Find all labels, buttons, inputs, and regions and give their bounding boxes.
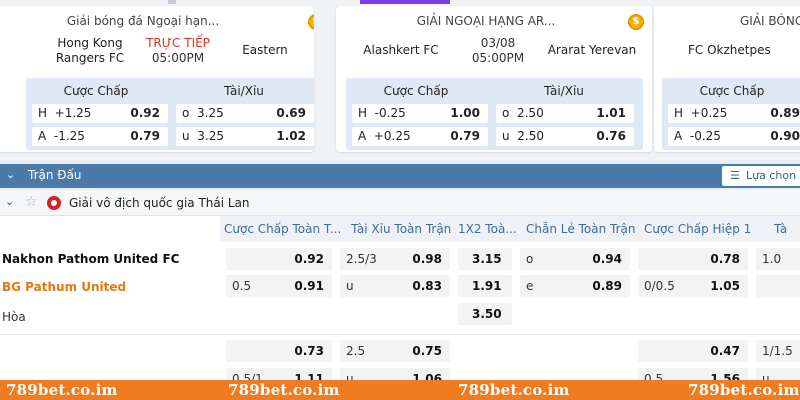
coin-icon[interactable]: $ (308, 14, 314, 30)
odd-button[interactable]: u 0.83 (340, 275, 450, 297)
featured-card[interactable]: GIẢI BÓNG FC Okzhetpes Cược Chấp H +0.25… (654, 6, 800, 152)
collapse-icon[interactable]: ⌄ (6, 168, 15, 181)
odd-button[interactable]: 0.5 0.91 (226, 275, 332, 297)
away-team-name: BG Pathum United (2, 280, 127, 294)
odd-button[interactable]: H -0.25 1.00 (352, 104, 488, 123)
live-status: TRỰC TIẾP (146, 36, 210, 50)
odd-button[interactable]: 0/0.5 1.05 (638, 275, 748, 297)
odd-button[interactable] (756, 275, 800, 297)
top-tab-indicator (168, 0, 176, 4)
odds-table: Cược Chấp Toàn T... Tài Xỉu Toàn Trận 1X… (0, 216, 800, 400)
odd-button[interactable]: A +0.25 0.79 (352, 127, 488, 146)
ou-label: Tài/Xỉu (544, 84, 584, 98)
home-team: Hong Kong Rangers FC (55, 36, 125, 65)
odd-button[interactable]: 0.73 (226, 340, 332, 362)
column-header: Tà (774, 222, 788, 236)
handicap-label: Cược Chấp (699, 84, 765, 98)
odd-button[interactable]: A -1.25 0.79 (32, 127, 168, 146)
matches-section-header: ⌄ Trận Đấu ☰ Lựa chọn L (0, 164, 800, 188)
odd-button[interactable]: H +1.25 0.92 (32, 104, 168, 123)
odd-button[interactable]: 1.0 (756, 248, 800, 270)
odd-button[interactable]: 3.50 (458, 303, 512, 325)
featured-card[interactable]: GIẢI NGOẠI HẠNG AR... $ Alashkert FC 03/… (336, 6, 652, 152)
odd-button[interactable]: 1.91 (458, 275, 512, 297)
odd-button[interactable]: 1/1.5 (756, 340, 800, 362)
ou-label: Tài/Xỉu (224, 84, 264, 98)
odd-button[interactable]: o 0.94 (520, 248, 630, 270)
match-status: 03/08 05:00PM (458, 36, 538, 66)
column-header: Chẵn Lẻ Toàn Trận (526, 222, 636, 236)
column-header: Cược Chấp Toàn T... (224, 222, 342, 236)
thailand-flag-icon (47, 196, 61, 210)
card-league-title: Giải bóng đá Ngoại hạn... (66, 14, 220, 28)
featured-matches: Giải bóng đá Ngoại hạn... $ Hong Kong Ra… (0, 0, 800, 160)
watermark-text: 789bet.co.im (688, 381, 800, 399)
odd-button[interactable]: A -0.25 0.90 (668, 127, 800, 146)
column-header: Cược Chấp Hiệp 1 (644, 222, 752, 236)
away-team: Eastern (242, 43, 288, 57)
odds-panel: Cược Chấp H +0.25 0.89 A -0.25 0.90 (662, 78, 800, 150)
watermark-text: 789bet.co.im (228, 381, 340, 399)
odds-panel: Cược Chấp Tài/Xỉu H +1.25 0.92 A -1.25 0… (26, 78, 314, 150)
column-header: 1X2 Toà... (458, 222, 517, 236)
chevron-down-icon[interactable]: ⌄ (5, 195, 14, 208)
odd-button[interactable]: 3.15 (458, 248, 512, 270)
league-name: Giải vô địch quốc gia Thái Lan (69, 196, 250, 210)
column-headers: Cược Chấp Toàn T... Tài Xỉu Toàn Trận 1X… (220, 216, 800, 242)
watermark-text: 789bet.co.im (458, 381, 570, 399)
card-league-title: GIẢI NGOẠI HẠNG AR... (416, 14, 556, 28)
featured-card[interactable]: Giải bóng đá Ngoại hạn... $ Hong Kong Ra… (0, 6, 314, 152)
odd-button[interactable]: 2.5 0.75 (340, 340, 450, 362)
odd-button[interactable]: 0.78 (638, 248, 748, 270)
coin-icon[interactable]: $ (628, 14, 644, 30)
match-status: TRỰC TIẾP 05:00PM (138, 36, 218, 66)
home-team-name: Nakhon Pathom United FC (2, 252, 180, 266)
away-team: Ararat Yerevan (547, 43, 637, 57)
odd-button[interactable]: e 0.89 (520, 275, 630, 297)
odd-button[interactable]: H +0.25 0.89 (668, 104, 800, 123)
league-filter-button[interactable]: ☰ Lựa chọn L (722, 166, 800, 186)
section-title: Trận Đấu (28, 168, 82, 182)
match-time: 05:00PM (471, 51, 525, 65)
odd-button[interactable]: u 3.25 1.02 (176, 127, 314, 146)
draw-label: Hòa (2, 310, 26, 324)
column-header: Tài Xỉu Toàn Trận (351, 222, 452, 236)
odd-button[interactable]: o 3.25 0.69 (176, 104, 314, 123)
filter-icon: ☰ (730, 169, 740, 182)
home-team: FC Okzhetpes (688, 43, 771, 57)
handicap-label: Cược Chấp (383, 84, 449, 98)
league-row[interactable]: ⌄ ☆ Giải vô địch quốc gia Thái Lan (0, 190, 800, 216)
home-team: Alashkert FC (363, 43, 439, 57)
odd-button[interactable]: 0.92 (226, 248, 332, 270)
watermark-text: 789bet.co.im (6, 381, 118, 399)
odd-button[interactable]: 2.5/3 0.98 (340, 248, 450, 270)
sportsbook-page: Giải bóng đá Ngoại hạn... $ Hong Kong Ra… (0, 0, 800, 400)
odd-button[interactable]: u 2.50 0.76 (496, 127, 634, 146)
watermark-bar: 789bet.co.im 789bet.co.im 789bet.co.im 7… (0, 380, 800, 400)
top-tab-active-indicator (360, 0, 450, 4)
row-divider (0, 334, 800, 335)
match-date: 03/08 (480, 36, 516, 50)
odd-button[interactable]: 0.47 (638, 340, 748, 362)
match-time: 05:00PM (151, 51, 205, 65)
card-league-title: GIẢI BÓNG (740, 14, 800, 28)
odd-button[interactable]: o 2.50 1.01 (496, 104, 634, 123)
odds-panel: Cược Chấp Tài/Xỉu H -0.25 1.00 A +0.25 0… (346, 78, 643, 150)
handicap-label: Cược Chấp (63, 84, 129, 98)
star-icon[interactable]: ☆ (25, 194, 38, 210)
